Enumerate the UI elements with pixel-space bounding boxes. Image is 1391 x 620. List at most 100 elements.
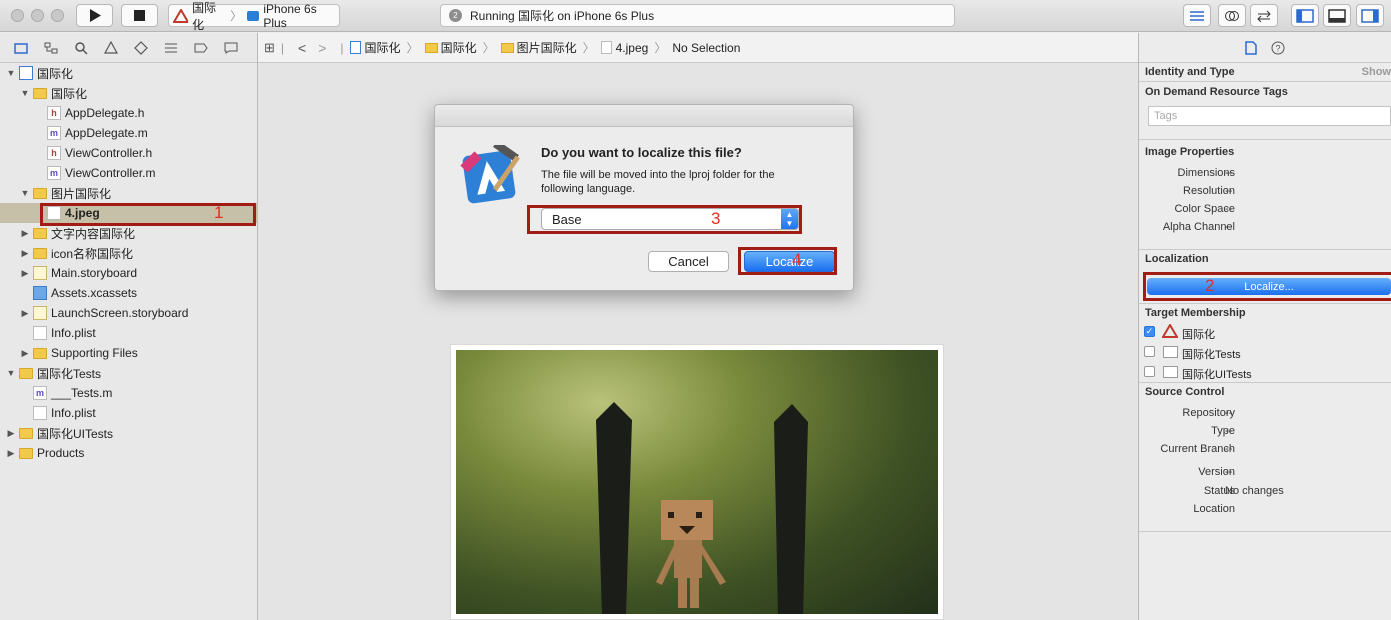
minimize-window-button[interactable] (31, 9, 44, 22)
left-panel-icon (1296, 8, 1314, 23)
version-label: Version (1198, 466, 1235, 478)
breadcrumb-label: 图片国际化 (516, 41, 577, 55)
disclosure-triangle-icon[interactable]: ▶ (6, 428, 16, 439)
tree-row[interactable]: ▶ LaunchScreen.storyboard (0, 303, 258, 323)
folder-icon (424, 42, 438, 53)
tree-row[interactable]: ▼ 国际化 (0, 83, 258, 103)
status-label: Status (1203, 485, 1235, 497)
tab-issue-navigator[interactable] (100, 37, 122, 59)
back-arrow-icon[interactable]: < (298, 40, 306, 56)
folder-icon (33, 187, 47, 199)
tree-row[interactable]: ▶ Products (0, 443, 258, 463)
annotation-box-localize (738, 247, 837, 275)
bottom-panel-icon (1328, 8, 1346, 23)
tags-input[interactable]: Tags (1148, 106, 1391, 126)
disclosure-triangle-icon[interactable]: ▼ (6, 68, 16, 78)
tree-row[interactable]: h ViewController.h (0, 143, 258, 163)
tree-row[interactable]: ▶ 文字内容国际化 (0, 223, 258, 243)
tree-row[interactable]: m ViewController.m (0, 163, 258, 183)
disclosure-triangle-icon[interactable]: ▶ (20, 228, 30, 239)
disclosure-triangle-icon[interactable]: ▶ (20, 268, 30, 279)
breadcrumb-group[interactable]: 国际化 (424, 39, 477, 56)
section-divider (1139, 303, 1391, 304)
disclosure-triangle-icon[interactable]: ▶ (6, 448, 16, 459)
related-items-icon[interactable]: ⊞ (264, 40, 275, 56)
toggle-navigator-button[interactable] (1291, 4, 1319, 27)
toggle-inspector-button[interactable] (1356, 4, 1384, 27)
status-value: No changes (1225, 485, 1284, 497)
folder-icon (19, 367, 33, 379)
tree-row[interactable]: Assets.xcassets (0, 283, 258, 303)
toggle-debug-area-button[interactable] (1323, 4, 1351, 27)
version-editor-button[interactable] (1250, 4, 1278, 27)
hfile-icon: h (47, 146, 61, 160)
mfile-icon: m (33, 386, 47, 400)
cancel-button[interactable]: Cancel (648, 251, 729, 272)
tree-row[interactable]: ▼ 国际化 (0, 63, 258, 83)
tree-row[interactable]: ▶ Main.storyboard (0, 263, 258, 283)
disclosure-triangle-icon[interactable]: ▶ (20, 308, 30, 319)
color-space-label: Color Space (1174, 203, 1235, 215)
target-checkbox[interactable] (1144, 366, 1155, 377)
tree-row[interactable]: h AppDelegate.h (0, 103, 258, 123)
tree-row[interactable]: ▼ 图片国际化 (0, 183, 258, 203)
tree-row[interactable]: m ___Tests.m (0, 383, 258, 403)
breadcrumb-selection[interactable]: No Selection (672, 41, 740, 55)
breadcrumb-project[interactable]: 国际化 (349, 39, 401, 56)
tab-find-navigator[interactable] (70, 37, 92, 59)
tree-row[interactable]: Info.plist (0, 403, 258, 423)
list-icon (165, 43, 177, 52)
zoom-window-button[interactable] (51, 9, 64, 22)
tab-symbol-navigator[interactable] (40, 37, 62, 59)
version-value: -- (1225, 466, 1233, 478)
tab-test-navigator[interactable] (130, 37, 152, 59)
forward-arrow-icon[interactable]: > (318, 40, 326, 56)
scheme-selector[interactable]: 国际化 〉 iPhone 6s Plus (168, 1, 340, 32)
tree-row-label: 国际化 (37, 66, 74, 81)
run-button[interactable] (76, 4, 113, 27)
breadcrumb-file[interactable]: 4.jpeg (600, 41, 648, 55)
tab-project-navigator[interactable] (10, 37, 32, 59)
diamond-icon (134, 40, 148, 55)
tab-report-navigator[interactable] (220, 37, 242, 59)
tree-row[interactable]: Info.plist (0, 323, 258, 343)
type-value: -- (1225, 425, 1233, 437)
file-inspector-icon[interactable] (1245, 40, 1257, 55)
disclosure-triangle-icon[interactable]: ▼ (20, 188, 30, 198)
assistant-editor-button[interactable] (1218, 4, 1246, 27)
breadcrumb-subgroup[interactable]: 图片国际化 (500, 39, 577, 56)
disclosure-triangle-icon[interactable]: ▼ (20, 88, 30, 98)
image-preview (450, 344, 944, 620)
tree-row-label: Info.plist (51, 326, 96, 340)
disclosure-triangle-icon[interactable]: ▶ (20, 248, 30, 259)
tree-row[interactable]: ▼ 国际化Tests (0, 363, 258, 383)
target-checkbox[interactable]: ✓ (1144, 326, 1155, 337)
tree-row[interactable]: ▶ icon名称国际化 (0, 243, 258, 263)
disclosure-triangle-icon[interactable]: ▼ (6, 368, 16, 378)
test-bundle-icon (1163, 346, 1178, 358)
tree-row-label: 文字内容国际化 (51, 226, 136, 241)
tree-row-label: Products (37, 446, 85, 460)
tab-debug-navigator[interactable] (160, 37, 182, 59)
target-checkbox[interactable] (1144, 346, 1155, 357)
tree-row[interactable]: ▶ Supporting Files (0, 343, 258, 363)
section-divider (1139, 249, 1391, 250)
tree-row-label: ViewController.h (65, 146, 153, 160)
repository-label: Repository (1182, 407, 1235, 419)
quick-help-icon[interactable]: ? (1271, 41, 1285, 55)
show-link[interactable]: Show (1362, 66, 1391, 78)
tree-row[interactable]: ▶ 国际化UITests (0, 423, 258, 443)
tree-row[interactable]: m AppDelegate.m (0, 123, 258, 143)
dimensions-label: Dimensions (1177, 167, 1235, 179)
doc-icon (33, 406, 47, 420)
tree-row-label: ViewController.m (65, 166, 156, 180)
standard-editor-button[interactable] (1183, 4, 1211, 27)
dialog-titlebar (435, 105, 853, 127)
tab-breakpoint-navigator[interactable] (190, 37, 212, 59)
stop-button[interactable] (121, 4, 158, 27)
activity-badge: 2 (449, 9, 462, 22)
speech-bubble-icon (224, 42, 238, 54)
close-window-button[interactable] (11, 9, 24, 22)
annotation-number: 1 (214, 203, 224, 222)
disclosure-triangle-icon[interactable]: ▶ (20, 348, 30, 359)
